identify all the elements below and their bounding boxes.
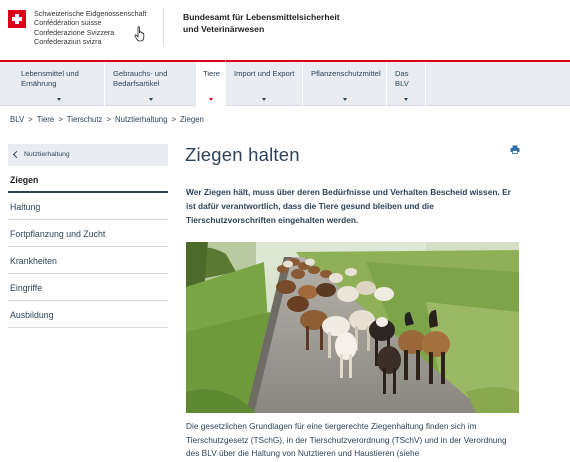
office-name-line2: und Veterinärwesen: [183, 23, 265, 34]
confederation-rm: Confederaziun svizra: [34, 36, 102, 46]
chevron-down-icon: [56, 98, 61, 101]
goats-photo: [186, 242, 519, 413]
nav-item-das-blv[interactable]: Das BLV: [387, 62, 426, 106]
sidebar-item-fortpflanzung[interactable]: Fortpflanzung und Zucht: [8, 220, 168, 247]
nav-label-line2: Ernährung: [21, 79, 57, 88]
breadcrumb-separator: >: [171, 115, 177, 124]
sidebar-item-ziegen[interactable]: Ziegen: [8, 166, 168, 193]
office-name-line1: Bundesamt für Lebensmittelsicherheit: [183, 12, 340, 22]
confederation-it: Confederazione Svizzera: [34, 27, 115, 37]
sidebar-item-ausbildung[interactable]: Ausbildung: [8, 301, 168, 328]
body-paragraph: Die gesetzlichen Grundlagen für eine tie…: [186, 421, 507, 459]
breadcrumb-link-tiere[interactable]: Tiere: [37, 115, 54, 124]
nav-label-line1: Pflanzenschutzmittel: [311, 69, 381, 78]
chevron-down-icon: [148, 98, 153, 101]
nav-label-line1: Lebensmittel und: [21, 69, 79, 78]
sidebar-back-link[interactable]: Nutztierhaltung: [8, 144, 168, 166]
breadcrumb: BLV > Tiere > Tierschutz > Nutztierhaltung > Zie…: [10, 115, 204, 124]
nav-item-import-export[interactable]: Import und Export: [226, 62, 303, 106]
chevron-down-icon: [342, 98, 347, 101]
swiss-cross-icon[interactable]: [8, 10, 26, 28]
breadcrumb-current: Ziegen: [180, 115, 204, 124]
header-divider: [163, 8, 164, 46]
main-navigation: Lebensmittel und Ernährung Gebrauchs- un…: [0, 60, 570, 106]
sidebar-item-krankheiten[interactable]: Krankheiten: [8, 247, 168, 274]
hand-cursor-icon: [134, 26, 145, 42]
breadcrumb-separator: >: [28, 115, 33, 124]
nav-item-tiere[interactable]: Tiere: [197, 60, 226, 106]
goats-photo-illustration: [186, 242, 519, 413]
page-title: Ziegen halten: [185, 144, 300, 165]
breadcrumb-separator: >: [58, 115, 63, 124]
print-icon[interactable]: [510, 145, 520, 154]
chevron-down-icon: [209, 98, 213, 101]
lead-paragraph: Wer Ziegen hält, muss über deren Bedürfn…: [186, 187, 511, 225]
sidebar-back-label: Nutztierhaltung: [24, 151, 70, 158]
chevron-down-icon: [262, 98, 266, 101]
breadcrumb-link-tierschutz[interactable]: Tierschutz: [67, 115, 103, 124]
breadcrumb-separator: >: [106, 115, 112, 124]
sidebar-item-haltung[interactable]: Haltung: [8, 193, 168, 220]
nav-label-line2: Bedarfsartikel: [113, 79, 160, 88]
nav-item-pflanzenschutzmittel[interactable]: Pflanzenschutzmittel: [303, 62, 387, 106]
nav-label-line1: Gebrauchs- und: [113, 69, 168, 78]
chevron-left-icon: [12, 150, 21, 159]
nav-item-gebrauchsartikel[interactable]: Gebrauchs- und Bedarfsartikel: [105, 62, 197, 106]
breadcrumb-link-nutztierhaltung[interactable]: Nutztierhaltung: [115, 115, 167, 124]
nav-label-line1: Das BLV: [395, 69, 409, 88]
site-header: Schweizerische Eidgenossenschaft Confédé…: [0, 0, 570, 60]
confederation-de: Schweizerische Eidgenossenschaft: [34, 9, 147, 18]
sidebar-item-eingriffe[interactable]: Eingriffe: [8, 274, 168, 301]
nav-label-line1: Import und Export: [234, 69, 295, 78]
office-name[interactable]: Bundesamt für Lebensmittelsicherheit und…: [183, 12, 340, 35]
confederation-names[interactable]: Schweizerische Eidgenossenschaft Confédé…: [34, 9, 147, 46]
nav-label-line1: Tiere: [203, 69, 221, 78]
breadcrumb-link-blv[interactable]: BLV: [10, 115, 24, 124]
nav-item-lebensmittel[interactable]: Lebensmittel und Ernährung: [13, 62, 105, 106]
confederation-fr: Confédération suisse: [34, 18, 102, 28]
sidebar-nav: Ziegen Haltung Fortpflanzung und Zucht K…: [8, 166, 168, 328]
chevron-down-icon: [404, 98, 408, 101]
